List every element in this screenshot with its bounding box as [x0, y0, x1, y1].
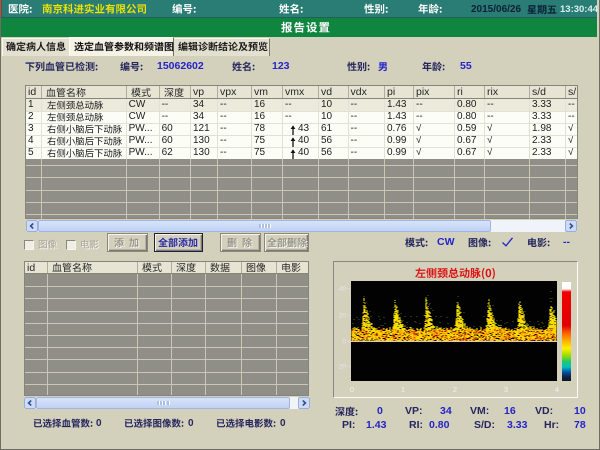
svg-text:0: 0: [350, 385, 354, 394]
svg-text:1: 1: [401, 385, 405, 394]
svg-text:4: 4: [555, 385, 559, 394]
svg-text:2: 2: [453, 385, 457, 394]
svg-text:40: 40: [339, 286, 347, 293]
svg-text:0: 0: [342, 339, 346, 346]
svg-text:3: 3: [504, 385, 508, 394]
svg-text:20: 20: [339, 364, 347, 371]
svg-text:20: 20: [339, 313, 347, 320]
